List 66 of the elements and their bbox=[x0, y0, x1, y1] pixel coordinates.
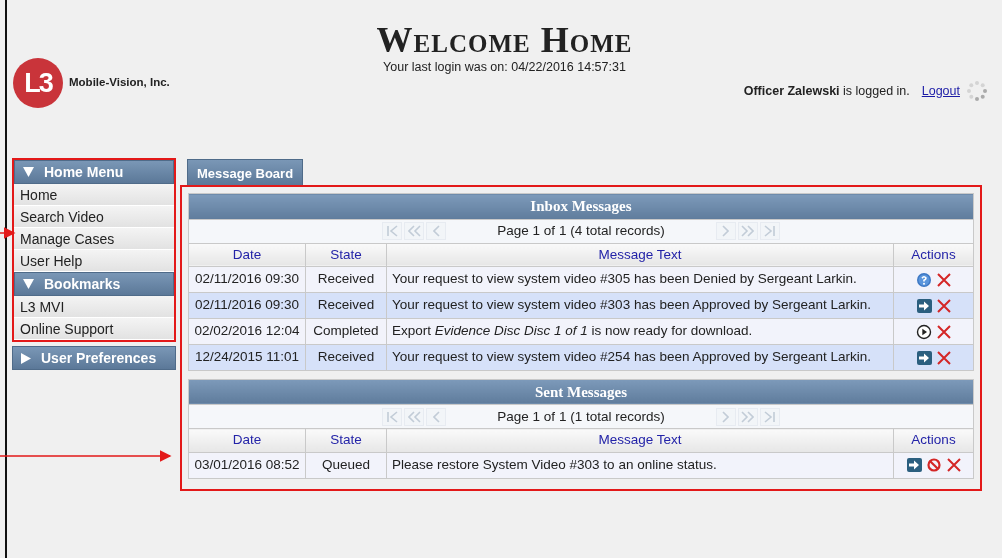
table-title-bar: Sent Messages bbox=[188, 379, 974, 405]
table-cell: 02/02/2016 12:04 bbox=[188, 318, 306, 345]
play-icon bbox=[915, 323, 932, 340]
last-login-text: Your last login was on: 04/22/2016 14:57:31 bbox=[382, 59, 627, 76]
menu-section-header[interactable]: Home Menu bbox=[14, 160, 174, 184]
chevron-right-icon bbox=[722, 225, 730, 237]
section-title: Home Menu bbox=[44, 162, 124, 182]
menu-item[interactable]: User Help bbox=[14, 250, 174, 272]
first-page-icon bbox=[386, 410, 398, 423]
pager-text: Page 1 of 1 (1 total records) bbox=[497, 407, 665, 426]
double-chevron-right-icon bbox=[741, 410, 755, 423]
table-cell: Your request to view system video #303 has been Approved by Sergeant Larkin. bbox=[386, 292, 894, 319]
menu-section-header[interactable]: Bookmarks bbox=[14, 272, 174, 296]
last-page-icon bbox=[764, 410, 776, 423]
first-page-icon bbox=[386, 225, 398, 237]
table-cell: Your request to view system video #254 has been Approved by Sergeant Larkin. bbox=[386, 344, 894, 371]
menu-section-header[interactable]: User Preferences bbox=[12, 346, 176, 370]
page-title: Welcome Home bbox=[376, 22, 633, 58]
table-cell: Received bbox=[305, 292, 387, 319]
table-cell: Received bbox=[305, 266, 387, 293]
collapsed-caret-icon bbox=[21, 352, 31, 364]
section-title: User Preferences bbox=[41, 348, 157, 368]
section-title: Bookmarks bbox=[44, 274, 121, 294]
chevron-left-icon bbox=[432, 410, 440, 423]
menu-item[interactable]: Online Support bbox=[14, 318, 174, 340]
double-chevron-left-icon bbox=[407, 225, 421, 237]
table-cell: Export Evidence Disc Disc 1 of 1 is now ready for download. bbox=[386, 318, 894, 345]
expanded-caret-icon bbox=[23, 279, 34, 289]
chevron-right-icon bbox=[722, 410, 730, 423]
column-header[interactable]: Message Text bbox=[386, 428, 894, 452]
menu-item[interactable]: Home bbox=[14, 184, 174, 206]
last-page-icon bbox=[764, 225, 776, 237]
help-icon bbox=[915, 271, 932, 288]
logo-icon: L3 bbox=[13, 58, 63, 108]
cancel-icon bbox=[925, 457, 942, 474]
company-name: Mobile-Vision, Inc. bbox=[69, 75, 170, 91]
table-cell: 12/24/2015 11:01 bbox=[188, 344, 306, 371]
double-chevron-left-icon bbox=[407, 410, 421, 423]
double-chevron-right-icon bbox=[741, 225, 755, 237]
column-header[interactable]: Date bbox=[188, 243, 306, 267]
menu-item[interactable]: Manage Cases bbox=[14, 228, 174, 250]
delete-icon bbox=[935, 349, 952, 366]
table-cell: Please restore System Video #303 to an online status. bbox=[386, 452, 894, 478]
delete-icon bbox=[945, 457, 962, 474]
delete-icon bbox=[935, 297, 952, 314]
table-title-bar: Inbox Messages bbox=[188, 193, 974, 219]
tab[interactable]: Message Board bbox=[187, 159, 304, 185]
menu-item[interactable]: L3 MVI bbox=[14, 296, 174, 318]
pager-text: Page 1 of 1 (4 total records) bbox=[497, 221, 665, 240]
delete-icon bbox=[935, 323, 952, 340]
login-status: Officer Zalewski is logged in. bbox=[743, 82, 910, 100]
table-cell: 03/01/2016 08:52 bbox=[188, 452, 306, 478]
delete-icon bbox=[935, 271, 952, 288]
table-cell: Your request to view system video #305 has been Denied by Sergeant Larkin. bbox=[386, 266, 894, 293]
table-cell: Completed bbox=[305, 318, 387, 345]
menu-item[interactable]: Search Video bbox=[14, 206, 174, 228]
column-header[interactable]: Date bbox=[188, 428, 306, 452]
table-cell: Queued bbox=[305, 452, 387, 478]
column-header[interactable]: Message Text bbox=[386, 243, 894, 267]
logout-link[interactable]: Logout bbox=[921, 81, 960, 101]
spinner-icon bbox=[966, 80, 988, 102]
table-cell: 02/11/2016 09:30 bbox=[188, 266, 306, 293]
table-cell: Received bbox=[305, 344, 387, 371]
expanded-caret-icon bbox=[23, 167, 34, 177]
table-cell: 02/11/2016 09:30 bbox=[188, 292, 306, 319]
chevron-left-icon bbox=[432, 225, 440, 237]
